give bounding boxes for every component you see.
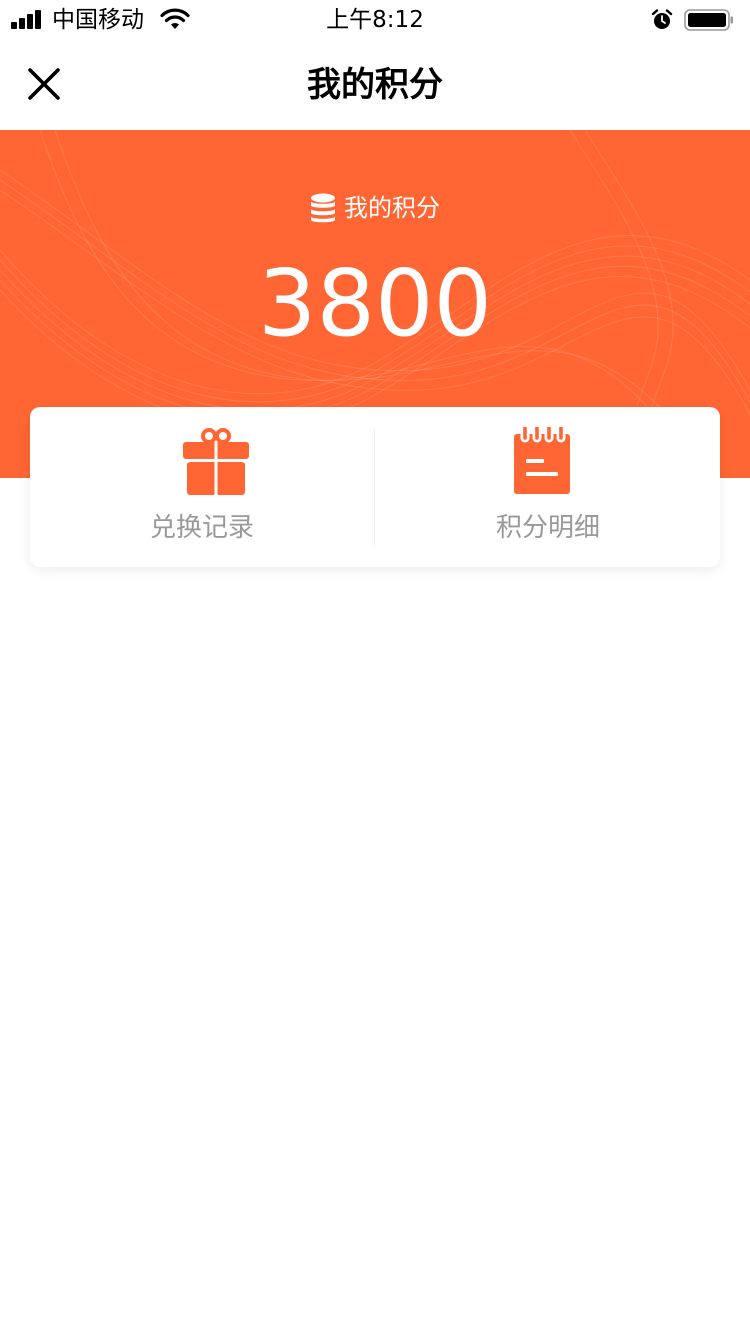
points-label: 我的积分 <box>0 192 750 224</box>
exchange-records-button[interactable]: 兑换记录 <box>30 407 374 567</box>
coin-stack-icon <box>311 193 335 223</box>
points-label-text: 我的积分 <box>344 194 440 222</box>
nav-bar: 我的积分 <box>0 40 750 130</box>
card-divider <box>374 429 375 545</box>
alarm-icon <box>651 9 673 29</box>
status-time: 上午8:12 <box>326 7 424 33</box>
points-details-label: 积分明细 <box>495 513 600 543</box>
screen: 中国移动 上午8:12 我的积分 我的积分 3800 兑换记录 积分明细 <box>0 0 750 1334</box>
gift-icon <box>183 428 249 495</box>
actions-card: 兑换记录 积分明细 <box>30 407 720 567</box>
notepad-icon <box>514 427 570 494</box>
points-details-button[interactable]: 积分明细 <box>376 407 720 567</box>
points-value: 3800 <box>257 250 493 357</box>
status-bar: 中国移动 上午8:12 <box>0 0 750 40</box>
exchange-records-label: 兑换记录 <box>149 513 254 543</box>
battery-icon <box>684 9 733 31</box>
page-title: 我的积分 <box>307 65 443 105</box>
